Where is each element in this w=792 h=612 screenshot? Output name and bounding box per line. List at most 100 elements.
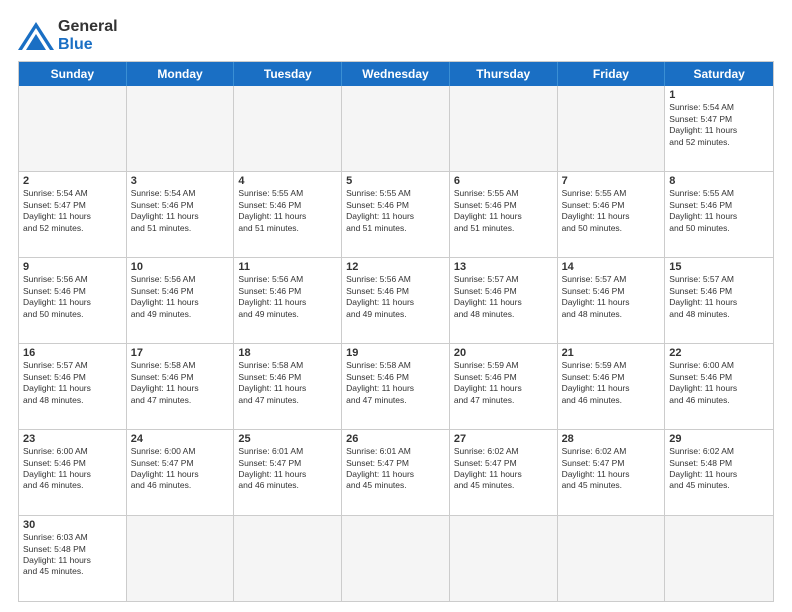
day-info: Sunrise: 5:55 AM Sunset: 5:46 PM Dayligh… xyxy=(238,188,337,234)
calendar-cell: 9Sunrise: 5:56 AM Sunset: 5:46 PM Daylig… xyxy=(19,258,127,343)
day-number: 8 xyxy=(669,175,769,187)
day-info: Sunrise: 5:57 AM Sunset: 5:46 PM Dayligh… xyxy=(23,360,122,406)
day-info: Sunrise: 5:55 AM Sunset: 5:46 PM Dayligh… xyxy=(346,188,445,234)
calendar-cell: 22Sunrise: 6:00 AM Sunset: 5:46 PM Dayli… xyxy=(665,344,773,429)
day-info: Sunrise: 5:56 AM Sunset: 5:46 PM Dayligh… xyxy=(238,274,337,320)
calendar-cell xyxy=(127,86,235,171)
day-number: 2 xyxy=(23,175,122,187)
day-info: Sunrise: 5:54 AM Sunset: 5:47 PM Dayligh… xyxy=(669,102,769,148)
calendar-cell xyxy=(450,86,558,171)
day-info: Sunrise: 5:56 AM Sunset: 5:46 PM Dayligh… xyxy=(131,274,230,320)
calendar-cell: 12Sunrise: 5:56 AM Sunset: 5:46 PM Dayli… xyxy=(342,258,450,343)
day-number: 30 xyxy=(23,519,122,531)
header-day-friday: Friday xyxy=(558,62,666,86)
calendar-cell: 5Sunrise: 5:55 AM Sunset: 5:46 PM Daylig… xyxy=(342,172,450,257)
calendar-cell: 20Sunrise: 5:59 AM Sunset: 5:46 PM Dayli… xyxy=(450,344,558,429)
day-number: 22 xyxy=(669,347,769,359)
day-number: 9 xyxy=(23,261,122,273)
calendar-week-6: 30Sunrise: 6:03 AM Sunset: 5:48 PM Dayli… xyxy=(19,515,773,601)
day-info: Sunrise: 5:57 AM Sunset: 5:46 PM Dayligh… xyxy=(454,274,553,320)
calendar-cell xyxy=(127,516,235,601)
calendar-cell: 2Sunrise: 5:54 AM Sunset: 5:47 PM Daylig… xyxy=(19,172,127,257)
day-info: Sunrise: 6:01 AM Sunset: 5:47 PM Dayligh… xyxy=(238,446,337,492)
day-info: Sunrise: 5:58 AM Sunset: 5:46 PM Dayligh… xyxy=(238,360,337,406)
calendar-cell: 14Sunrise: 5:57 AM Sunset: 5:46 PM Dayli… xyxy=(558,258,666,343)
calendar-cell: 28Sunrise: 6:02 AM Sunset: 5:47 PM Dayli… xyxy=(558,430,666,515)
day-number: 15 xyxy=(669,261,769,273)
calendar-cell xyxy=(19,86,127,171)
calendar-cell: 26Sunrise: 6:01 AM Sunset: 5:47 PM Dayli… xyxy=(342,430,450,515)
calendar-week-3: 9Sunrise: 5:56 AM Sunset: 5:46 PM Daylig… xyxy=(19,257,773,343)
day-info: Sunrise: 5:54 AM Sunset: 5:47 PM Dayligh… xyxy=(23,188,122,234)
calendar-cell: 10Sunrise: 5:56 AM Sunset: 5:46 PM Dayli… xyxy=(127,258,235,343)
day-info: Sunrise: 6:02 AM Sunset: 5:48 PM Dayligh… xyxy=(669,446,769,492)
header-day-sunday: Sunday xyxy=(19,62,127,86)
day-number: 19 xyxy=(346,347,445,359)
day-info: Sunrise: 5:58 AM Sunset: 5:46 PM Dayligh… xyxy=(346,360,445,406)
day-info: Sunrise: 5:54 AM Sunset: 5:46 PM Dayligh… xyxy=(131,188,230,234)
day-number: 11 xyxy=(238,261,337,273)
day-info: Sunrise: 5:59 AM Sunset: 5:46 PM Dayligh… xyxy=(562,360,661,406)
calendar-cell: 27Sunrise: 6:02 AM Sunset: 5:47 PM Dayli… xyxy=(450,430,558,515)
day-info: Sunrise: 5:59 AM Sunset: 5:46 PM Dayligh… xyxy=(454,360,553,406)
calendar-cell: 25Sunrise: 6:01 AM Sunset: 5:47 PM Dayli… xyxy=(234,430,342,515)
day-number: 4 xyxy=(238,175,337,187)
calendar-cell: 16Sunrise: 5:57 AM Sunset: 5:46 PM Dayli… xyxy=(19,344,127,429)
day-number: 18 xyxy=(238,347,337,359)
day-number: 12 xyxy=(346,261,445,273)
day-info: Sunrise: 5:56 AM Sunset: 5:46 PM Dayligh… xyxy=(23,274,122,320)
day-number: 17 xyxy=(131,347,230,359)
calendar-cell: 23Sunrise: 6:00 AM Sunset: 5:46 PM Dayli… xyxy=(19,430,127,515)
calendar-cell xyxy=(234,516,342,601)
day-info: Sunrise: 5:55 AM Sunset: 5:46 PM Dayligh… xyxy=(454,188,553,234)
day-info: Sunrise: 6:00 AM Sunset: 5:47 PM Dayligh… xyxy=(131,446,230,492)
day-number: 28 xyxy=(562,433,661,445)
calendar-cell xyxy=(558,516,666,601)
day-number: 5 xyxy=(346,175,445,187)
calendar-cell: 29Sunrise: 6:02 AM Sunset: 5:48 PM Dayli… xyxy=(665,430,773,515)
day-info: Sunrise: 5:55 AM Sunset: 5:46 PM Dayligh… xyxy=(669,188,769,234)
calendar-cell: 13Sunrise: 5:57 AM Sunset: 5:46 PM Dayli… xyxy=(450,258,558,343)
calendar-cell: 17Sunrise: 5:58 AM Sunset: 5:46 PM Dayli… xyxy=(127,344,235,429)
header-day-thursday: Thursday xyxy=(450,62,558,86)
calendar-cell: 30Sunrise: 6:03 AM Sunset: 5:48 PM Dayli… xyxy=(19,516,127,601)
day-number: 21 xyxy=(562,347,661,359)
day-info: Sunrise: 6:00 AM Sunset: 5:46 PM Dayligh… xyxy=(669,360,769,406)
calendar-header: SundayMondayTuesdayWednesdayThursdayFrid… xyxy=(19,62,773,86)
header-day-tuesday: Tuesday xyxy=(234,62,342,86)
calendar-week-4: 16Sunrise: 5:57 AM Sunset: 5:46 PM Dayli… xyxy=(19,343,773,429)
calendar-cell: 24Sunrise: 6:00 AM Sunset: 5:47 PM Dayli… xyxy=(127,430,235,515)
day-number: 10 xyxy=(131,261,230,273)
header-day-wednesday: Wednesday xyxy=(342,62,450,86)
day-number: 27 xyxy=(454,433,553,445)
header: General Blue xyxy=(18,18,774,53)
day-number: 3 xyxy=(131,175,230,187)
day-number: 25 xyxy=(238,433,337,445)
calendar-cell: 1Sunrise: 5:54 AM Sunset: 5:47 PM Daylig… xyxy=(665,86,773,171)
logo-icon xyxy=(18,22,54,50)
calendar-cell: 21Sunrise: 5:59 AM Sunset: 5:46 PM Dayli… xyxy=(558,344,666,429)
calendar-cell xyxy=(234,86,342,171)
calendar-cell: 3Sunrise: 5:54 AM Sunset: 5:46 PM Daylig… xyxy=(127,172,235,257)
day-number: 29 xyxy=(669,433,769,445)
day-info: Sunrise: 5:57 AM Sunset: 5:46 PM Dayligh… xyxy=(669,274,769,320)
day-number: 14 xyxy=(562,261,661,273)
day-info: Sunrise: 6:02 AM Sunset: 5:47 PM Dayligh… xyxy=(562,446,661,492)
calendar-week-2: 2Sunrise: 5:54 AM Sunset: 5:47 PM Daylig… xyxy=(19,171,773,257)
calendar-page: General Blue SundayMondayTuesdayWednesda… xyxy=(0,0,792,612)
calendar-cell xyxy=(558,86,666,171)
calendar-cell: 11Sunrise: 5:56 AM Sunset: 5:46 PM Dayli… xyxy=(234,258,342,343)
calendar-week-5: 23Sunrise: 6:00 AM Sunset: 5:46 PM Dayli… xyxy=(19,429,773,515)
calendar-cell xyxy=(665,516,773,601)
logo-text: General Blue xyxy=(58,18,118,53)
day-info: Sunrise: 5:55 AM Sunset: 5:46 PM Dayligh… xyxy=(562,188,661,234)
day-number: 6 xyxy=(454,175,553,187)
logo: General Blue xyxy=(18,18,118,53)
calendar-cell xyxy=(342,516,450,601)
day-number: 20 xyxy=(454,347,553,359)
header-day-saturday: Saturday xyxy=(665,62,773,86)
day-info: Sunrise: 6:01 AM Sunset: 5:47 PM Dayligh… xyxy=(346,446,445,492)
calendar: SundayMondayTuesdayWednesdayThursdayFrid… xyxy=(18,61,774,602)
day-number: 13 xyxy=(454,261,553,273)
calendar-cell xyxy=(342,86,450,171)
